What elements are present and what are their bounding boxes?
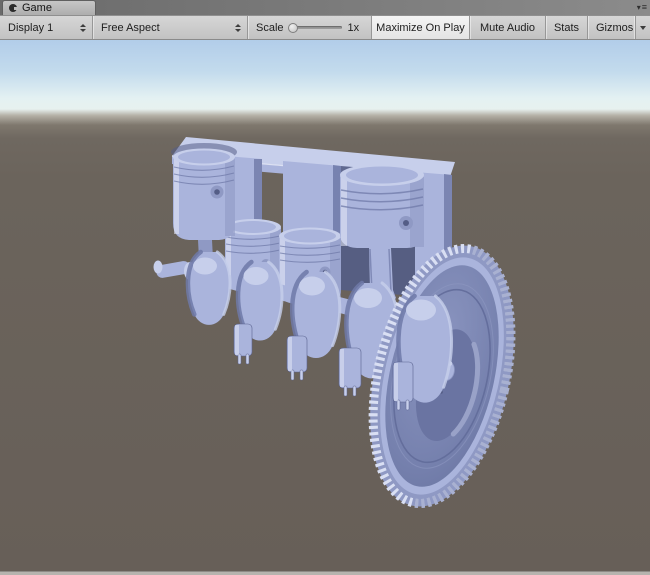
menu-lines-icon: ≡ bbox=[642, 1, 647, 14]
aspect-dropdown[interactable]: Free Aspect bbox=[93, 16, 248, 39]
tab-game-label: Game bbox=[22, 2, 52, 14]
caret-down-icon: ▾ bbox=[637, 1, 641, 14]
game-view-icon bbox=[9, 4, 17, 12]
gizmos-label: Gizmos bbox=[596, 22, 633, 34]
rod-cap bbox=[234, 324, 252, 364]
updown-caret-icon bbox=[235, 24, 241, 32]
stats-label: Stats bbox=[554, 22, 579, 34]
display-dropdown-value: Display 1 bbox=[8, 22, 53, 34]
game-render-viewport[interactable] bbox=[0, 40, 650, 571]
scale-slider-track[interactable] bbox=[290, 26, 342, 29]
scale-value: 1x bbox=[348, 22, 360, 34]
panel-menu-icon[interactable]: ▾ ≡ bbox=[637, 1, 647, 14]
rod-cap bbox=[339, 348, 361, 396]
rod-cap bbox=[287, 336, 307, 380]
mute-audio-label: Mute Audio bbox=[480, 22, 535, 34]
gizmos-dropdown-caret[interactable] bbox=[635, 16, 650, 39]
caret-down-icon bbox=[640, 26, 646, 30]
stats-button[interactable]: Stats bbox=[546, 16, 588, 39]
updown-caret-icon bbox=[80, 24, 86, 32]
mute-audio-button[interactable]: Mute Audio bbox=[470, 16, 546, 39]
maximize-on-play-button[interactable]: Maximize On Play bbox=[372, 16, 470, 39]
window-bottom-border bbox=[0, 571, 650, 575]
scale-slider-knob[interactable] bbox=[288, 23, 298, 33]
tab-bar: Game ▾ ≡ bbox=[0, 0, 650, 15]
scale-control: Scale 1x bbox=[248, 16, 372, 39]
game-view-toolbar: Display 1 Free Aspect Scale 1x Maximize … bbox=[0, 15, 650, 40]
game-view-window: Game ▾ ≡ Display 1 Free Aspect Scale 1x … bbox=[0, 0, 650, 575]
display-dropdown[interactable]: Display 1 bbox=[0, 16, 93, 39]
tab-game[interactable]: Game bbox=[2, 0, 96, 15]
engine-model bbox=[0, 40, 650, 571]
maximize-on-play-label: Maximize On Play bbox=[376, 22, 465, 34]
gizmos-button[interactable]: Gizmos bbox=[588, 16, 650, 39]
scale-label: Scale bbox=[256, 22, 284, 34]
aspect-dropdown-value: Free Aspect bbox=[101, 22, 160, 34]
